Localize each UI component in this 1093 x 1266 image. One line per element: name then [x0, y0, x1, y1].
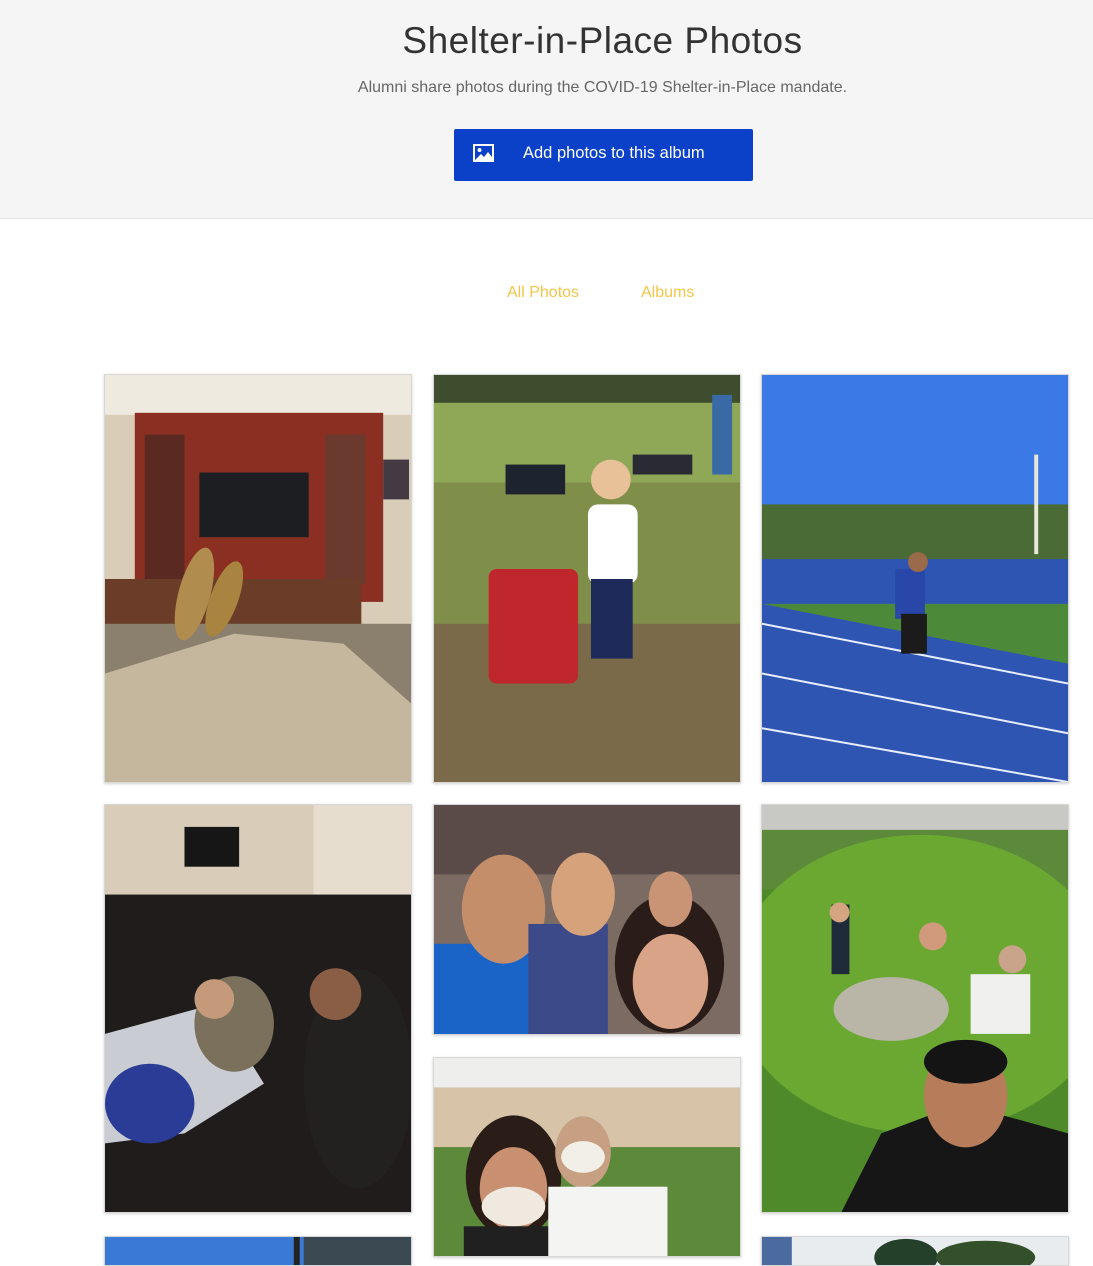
- add-photos-label: Add photos to this album: [523, 144, 705, 162]
- page-subtitle: Alumni share photos during the COVID-19 …: [357, 79, 848, 96]
- tab-albums[interactable]: Albums: [641, 284, 694, 302]
- page-title: Shelter-in-Place Photos: [402, 20, 803, 61]
- photo-thumbnail[interactable]: [761, 1236, 1069, 1266]
- photo-thumbnail[interactable]: [104, 1236, 412, 1266]
- photo-thumbnail[interactable]: [104, 804, 412, 1213]
- photo-thumbnail[interactable]: [433, 804, 741, 1035]
- album-header: Shelter-in-Place Photos Alumni share pho…: [0, 0, 1093, 219]
- photo-thumbnail[interactable]: [761, 804, 1069, 1213]
- tab-all-photos[interactable]: All Photos: [507, 284, 579, 302]
- photo-thumbnail[interactable]: [433, 374, 741, 783]
- photo-thumbnail[interactable]: [433, 1057, 741, 1257]
- photo-thumbnail[interactable]: [761, 374, 1069, 783]
- image-icon: [473, 144, 494, 162]
- add-photos-button[interactable]: Add photos to this album: [454, 129, 753, 181]
- photo-thumbnail[interactable]: [104, 374, 412, 783]
